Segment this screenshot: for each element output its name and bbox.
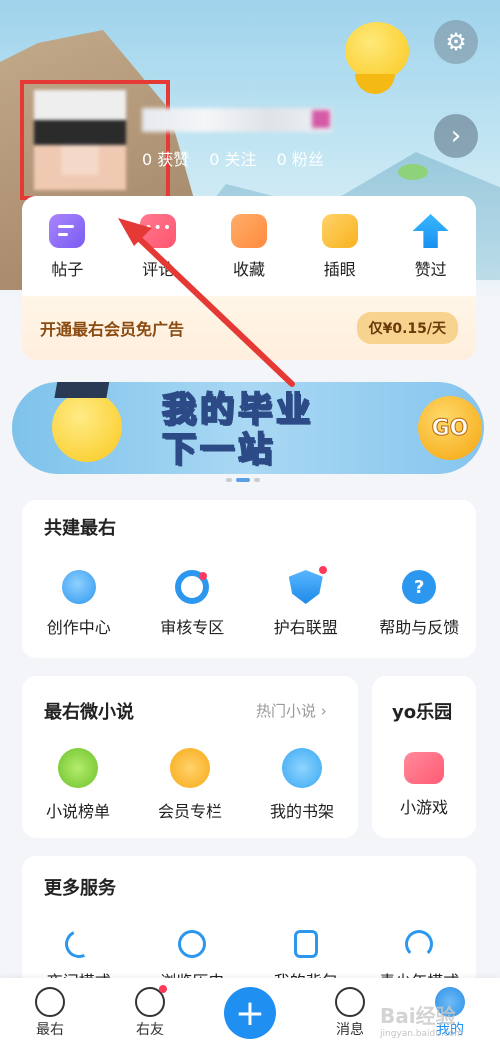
service-label: 小说榜单 <box>45 802 110 821</box>
quick-action-comments[interactable]: 评论 <box>118 214 198 296</box>
build-grid: 创作中心 审核专区 护右联盟 ? 帮助与反馈 <box>22 566 476 638</box>
username-blurred <box>142 108 332 132</box>
yo-park-card: yo乐园 小游戏 <box>372 676 476 838</box>
banner-line-1: 我的毕业 <box>161 389 314 431</box>
yo-park-title: yo乐园 <box>392 702 453 723</box>
home-face-icon <box>35 987 65 1017</box>
service-label: 小游戏 <box>399 798 448 817</box>
eye-icon <box>321 214 358 248</box>
ranking-icon <box>58 748 98 788</box>
nav-friends[interactable]: 右友 <box>115 985 185 1039</box>
backpack-icon <box>293 930 318 958</box>
banner-title: 我的毕业 下一站 <box>161 389 314 471</box>
folder-icon <box>230 214 267 248</box>
book-icon <box>282 748 322 788</box>
baidu-watermark: Bai经验 jingyan.baidu.com <box>380 1000 463 1039</box>
service-label: 审核专区 <box>160 618 225 637</box>
build-card-title: 共建最右 <box>44 518 116 539</box>
service-label: 我的书架 <box>269 802 334 821</box>
moon-icon <box>60 926 97 962</box>
help-icon: ? <box>402 570 437 604</box>
vip-price-button[interactable]: 仅¥0.15/天 <box>356 312 458 344</box>
quick-action-label: 赞过 <box>414 260 447 279</box>
banner-pagination <box>226 478 260 482</box>
quick-action-bookmarks[interactable]: 插眼 <box>300 214 380 296</box>
add-icon[interactable]: + <box>224 987 276 1039</box>
pagination-dot <box>254 478 260 482</box>
hot-novels-link[interactable]: 热门小说 › <box>256 700 327 721</box>
nav-messages[interactable]: 消息 <box>315 987 385 1039</box>
settings-button[interactable]: ⚙ <box>434 20 478 64</box>
banner-line-2: 下一站 <box>161 429 276 471</box>
gear-icon: ⚙ <box>445 28 467 56</box>
help-feedback-item[interactable]: ? 帮助与反馈 <box>364 570 474 638</box>
service-label: 会员专栏 <box>157 802 222 821</box>
comment-icon <box>140 214 177 248</box>
chevron-right-icon: › <box>450 121 462 151</box>
quick-action-label: 插眼 <box>323 260 356 279</box>
service-label: 帮助与反馈 <box>379 618 460 637</box>
pagination-dot <box>226 478 232 482</box>
nav-add[interactable]: + <box>215 987 285 1039</box>
avatar-highlight-box <box>20 80 170 200</box>
vip-column-item[interactable]: 会员专栏 <box>135 748 245 822</box>
review-zone-item[interactable]: 审核专区 <box>137 570 247 638</box>
avatar[interactable] <box>34 90 126 190</box>
thumbs-up-icon <box>412 214 449 248</box>
quick-actions-card: 帖子 评论 收藏 插眼 赞过 <box>22 196 476 296</box>
novel-ranking-item[interactable]: 小说榜单 <box>23 748 133 822</box>
creator-center-item[interactable]: 创作中心 <box>24 570 134 638</box>
quick-action-label: 收藏 <box>232 260 265 279</box>
pagination-dot-active <box>236 478 250 482</box>
nav-home[interactable]: 最右 <box>15 987 85 1039</box>
quick-action-posts[interactable]: 帖子 <box>27 214 107 296</box>
watermark-text: Bai经验 <box>380 1004 456 1028</box>
nav-label: 右友 <box>136 1022 164 1038</box>
graduation-cap-icon <box>54 382 110 398</box>
quick-action-label: 评论 <box>142 260 175 279</box>
post-icon <box>49 214 86 248</box>
vip-promo-bar[interactable]: 开通最右会员免广告 仅¥0.15/天 <box>22 296 476 360</box>
banner-mascot-image <box>52 392 122 462</box>
watermark-sub: jingyan.baidu.com <box>380 1029 464 1039</box>
search-icon <box>175 570 210 604</box>
fish-decoration <box>398 164 428 180</box>
more-services-card: 更多服务 夜间模式 浏览历史 我的背包 青少年模式 <box>22 856 476 991</box>
build-card: 共建最右 创作中心 审核专区 护右联盟 ? 帮助与反馈 <box>22 500 476 658</box>
profile-detail-button[interactable]: › <box>434 114 478 158</box>
umbrella-icon <box>405 930 434 958</box>
quick-action-liked[interactable]: 赞过 <box>391 214 471 296</box>
novel-card: 最右微小说 热门小说 › 小说榜单 会员专栏 我的书架 <box>22 676 358 838</box>
notification-dot <box>159 985 167 993</box>
quick-action-label: 帖子 <box>51 260 84 279</box>
following-count[interactable]: 0 关注 <box>209 146 256 170</box>
followers-count[interactable]: 0 粉丝 <box>277 146 324 170</box>
likes-count[interactable]: 0 获赞 <box>142 146 189 170</box>
vip-promo-text: 开通最右会员免广告 <box>40 320 185 339</box>
mascot-image <box>345 22 409 94</box>
nav-label: 消息 <box>336 1022 364 1038</box>
clock-icon <box>178 930 207 958</box>
service-label: 护右联盟 <box>273 618 338 637</box>
novel-card-title: 最右微小说 <box>44 702 134 723</box>
crown-icon <box>170 748 210 788</box>
message-face-icon <box>335 987 365 1017</box>
bulb-icon <box>61 570 96 604</box>
shield-icon <box>288 570 323 604</box>
gamepad-icon <box>404 752 444 784</box>
profile-stats: 0 获赞 0 关注 0 粉丝 <box>142 146 324 170</box>
mini-games-item[interactable]: 小游戏 <box>369 752 479 818</box>
banner-go-button[interactable]: GO <box>418 396 482 460</box>
novel-grid: 小说榜单 会员专栏 我的书架 <box>22 748 358 822</box>
service-label: 创作中心 <box>46 618 111 637</box>
graduation-banner[interactable]: 我的毕业 下一站 GO <box>12 382 484 474</box>
username-badge-blurred <box>312 110 330 128</box>
guardian-alliance-item[interactable]: 护右联盟 <box>251 566 361 638</box>
my-bookshelf-item[interactable]: 我的书架 <box>247 748 357 822</box>
shield-icon-wrap <box>288 566 327 604</box>
more-services-title: 更多服务 <box>44 878 116 899</box>
quick-action-favorites[interactable]: 收藏 <box>209 214 289 296</box>
nav-label: 最右 <box>36 1022 64 1038</box>
